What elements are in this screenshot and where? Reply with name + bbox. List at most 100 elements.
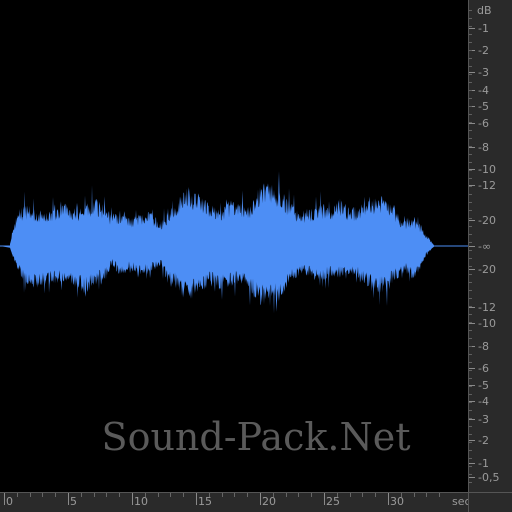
db-minor-tick: [469, 234, 472, 235]
time-label: 25: [326, 495, 340, 508]
time-minor-tick: [80, 493, 82, 497]
db-tick: [469, 323, 475, 324]
db-minor-tick: [469, 290, 472, 291]
db-minor-tick: [469, 362, 472, 363]
db-label: -5: [478, 100, 489, 113]
time-minor-tick: [272, 493, 274, 497]
db-tick: [469, 72, 475, 73]
db-minor-tick: [469, 322, 472, 323]
db-minor-tick: [469, 210, 472, 211]
time-minor-tick: [362, 493, 364, 497]
db-label: -1: [478, 22, 489, 35]
db-minor-tick: [469, 10, 472, 11]
db-minor-tick: [469, 154, 472, 155]
db-label: -4: [478, 395, 489, 408]
time-minor-tick: [157, 493, 159, 497]
db-tick: [469, 220, 475, 221]
time-ruler: sec 0 5 10 15 20 25 30: [0, 492, 471, 512]
db-tick: [469, 246, 475, 247]
db-minor-tick: [469, 226, 472, 227]
db-minor-tick: [469, 82, 472, 83]
time-label: 0: [6, 495, 13, 508]
time-tick: [388, 493, 389, 505]
db-minor-tick: [469, 266, 472, 267]
db-minor-tick: [469, 122, 472, 123]
time-label: 20: [262, 495, 276, 508]
db-minor-tick: [469, 298, 472, 299]
db-label: -8: [478, 340, 489, 353]
db-minor-tick: [469, 114, 472, 115]
db-minor-tick: [469, 338, 472, 339]
db-label: -6: [478, 362, 489, 375]
time-label: 30: [390, 495, 404, 508]
time-minor-tick: [93, 493, 95, 497]
time-minor-tick: [221, 493, 223, 497]
db-minor-tick: [469, 146, 472, 147]
db-label: -3: [478, 66, 489, 79]
time-minor-tick: [119, 493, 121, 497]
time-minor-tick: [170, 493, 172, 497]
db-minor-tick: [469, 66, 472, 67]
time-minor-tick: [400, 493, 402, 497]
db-minor-tick: [469, 130, 472, 131]
db-label: -1: [478, 457, 489, 470]
time-minor-tick: [29, 493, 31, 497]
db-minor-tick: [469, 178, 472, 179]
db-minor-tick: [469, 402, 472, 403]
db-tick: [469, 463, 475, 464]
time-minor-tick: [311, 493, 313, 497]
audio-editor: dB -1 -2 -3 -4 -5 -6 -8 -10 -12 -20 -∞ -20 -12 -10 -8-…: [0, 0, 512, 512]
time-tick: [260, 493, 261, 505]
db-minor-tick: [469, 314, 472, 315]
db-label: -20: [478, 214, 496, 227]
db-minor-tick: [469, 74, 472, 75]
db-minor-tick: [469, 50, 472, 51]
time-minor-tick: [247, 493, 249, 497]
db-minor-tick: [469, 42, 472, 43]
waveform-shape: [0, 171, 434, 314]
db-minor-tick: [469, 386, 472, 387]
db-minor-tick: [469, 90, 472, 91]
db-label-center: -∞: [478, 240, 492, 253]
time-minor-tick: [336, 493, 338, 497]
db-minor-tick: [469, 258, 472, 259]
db-minor-tick: [469, 138, 472, 139]
db-label: -0,5: [478, 471, 500, 484]
time-label: 15: [198, 495, 212, 508]
time-minor-tick: [16, 493, 18, 497]
db-minor-tick: [469, 346, 472, 347]
db-minor-tick: [469, 274, 472, 275]
time-minor-tick: [349, 493, 351, 497]
db-minor-tick: [469, 202, 472, 203]
time-minor-tick: [208, 493, 210, 497]
time-minor-tick: [285, 493, 287, 497]
db-tick: [469, 28, 475, 29]
time-label: 5: [70, 495, 77, 508]
db-minor-tick: [469, 394, 472, 395]
db-tick: [469, 123, 475, 124]
time-minor-tick: [183, 493, 185, 497]
db-minor-tick: [469, 162, 472, 163]
db-unit-label: dB: [477, 4, 492, 17]
db-minor-tick: [469, 34, 472, 35]
db-minor-tick: [469, 482, 472, 483]
time-tick: [4, 493, 5, 505]
time-minor-tick: [234, 493, 236, 497]
db-minor-tick: [469, 474, 472, 475]
db-label: -6: [478, 117, 489, 130]
db-label: -2: [478, 44, 489, 57]
db-minor-tick: [469, 194, 472, 195]
db-label: -20: [478, 263, 496, 276]
time-minor-tick: [106, 493, 108, 497]
db-tick: [469, 477, 475, 478]
db-minor-tick: [469, 306, 472, 307]
time-minor-tick: [426, 493, 428, 497]
db-minor-tick: [469, 186, 472, 187]
db-minor-tick: [469, 18, 472, 19]
time-label: 10: [134, 495, 148, 508]
db-label: -4: [478, 84, 489, 97]
db-minor-tick: [469, 242, 472, 243]
time-minor-tick: [375, 493, 377, 497]
db-minor-tick: [469, 466, 472, 467]
db-minor-tick: [469, 250, 472, 251]
